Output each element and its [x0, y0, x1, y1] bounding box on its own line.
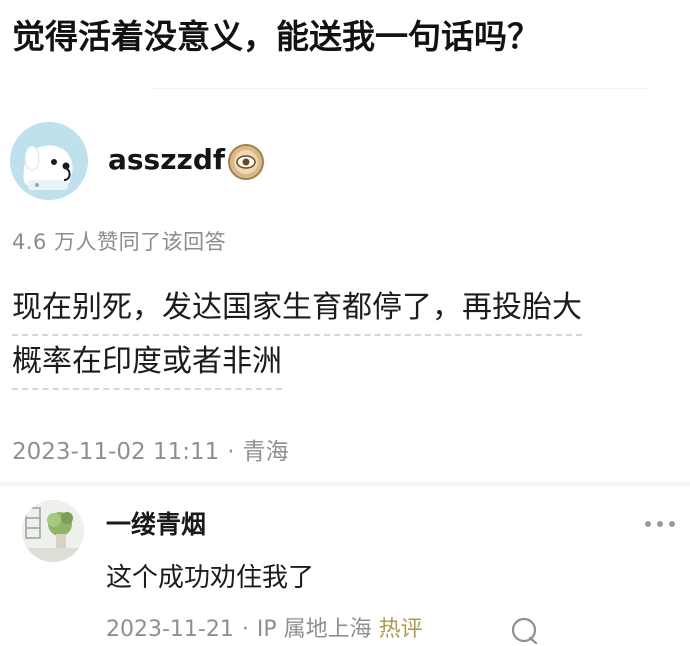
comment-meta: 2023-11-21 · IP 属地上海 热评 [106, 614, 423, 646]
answer-author-name[interactable]: asszzdf [108, 142, 225, 178]
answer-line: 概率在印度或者非洲 [12, 336, 282, 390]
plant-photo-avatar-icon[interactable] [22, 500, 84, 562]
comment-date: 2023-11-21 [106, 617, 234, 642]
title-divider [150, 88, 650, 89]
answer-body[interactable]: 现在别死，发达国家生育都停了，再投胎大 概率在印度或者非洲 [12, 282, 684, 390]
comment-author-name[interactable]: 一缕青烟 [106, 508, 206, 542]
eye-badge-icon[interactable] [228, 144, 264, 180]
section-divider [0, 482, 690, 486]
answer-line: 现在别死，发达国家生育都停了，再投胎大 [12, 282, 582, 336]
meta-separator: · [241, 617, 249, 642]
hot-comment-badge: 热评 [378, 617, 423, 642]
cartoon-dog-avatar-icon[interactable] [10, 122, 88, 200]
comment-location: IP 属地上海 [256, 617, 372, 642]
upvote-count-text: 4.6 万人赞同了该回答 [12, 230, 227, 254]
comment-text: 这个成功劝住我了 [106, 563, 315, 593]
more-dots-icon[interactable] [640, 514, 680, 534]
question-title[interactable]: 觉得活着没意义，能送我一句话吗？ [12, 14, 682, 60]
answer-location: 青海 [242, 439, 289, 465]
answer-meta: 2023-11-02 11:11 · 青海 [12, 434, 289, 470]
answer-date: 2023-11-02 11:11 [12, 439, 220, 465]
reply-bubble-icon[interactable] [510, 616, 540, 646]
answer-author-row: asszzdf [10, 122, 410, 200]
meta-separator: · [227, 439, 235, 465]
